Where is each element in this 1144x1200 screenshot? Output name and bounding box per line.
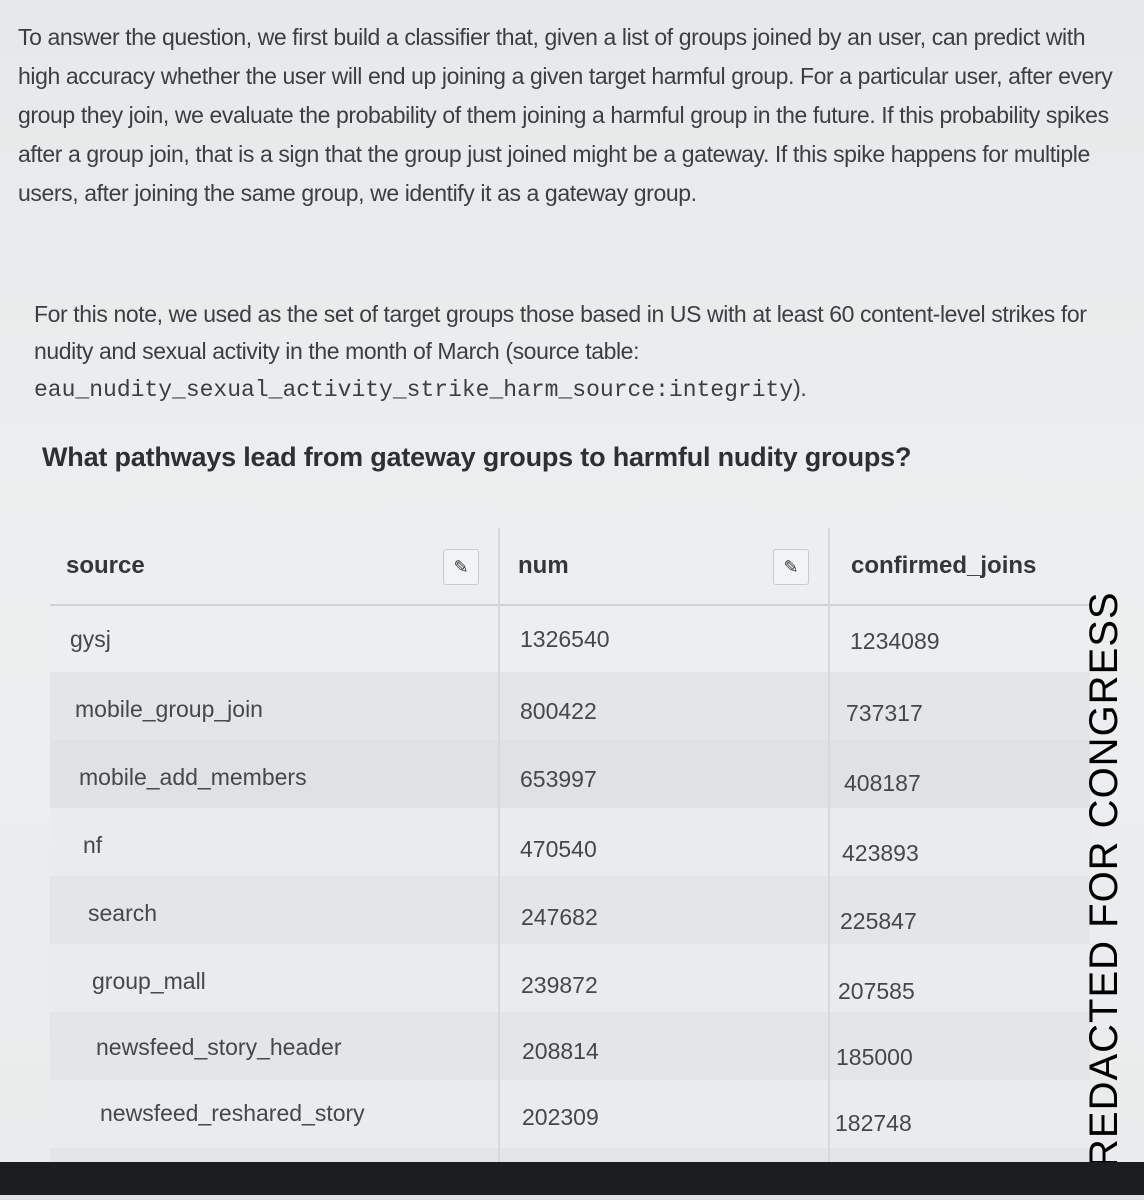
column-divider <box>828 528 830 1195</box>
column-header-confirmed-joins: confirmed_joins <box>851 552 1037 579</box>
cell-source: gysj <box>70 626 111 652</box>
cell-source: mobile_add_members <box>79 764 307 790</box>
cell-num: 247682 <box>521 904 598 930</box>
cell-num: 1326540 <box>520 626 610 652</box>
cell-num: 208814 <box>522 1038 599 1064</box>
cell-confirmed-joins: 207585 <box>838 978 915 1004</box>
cell-confirmed-joins: 423893 <box>842 840 919 866</box>
cell-source: search <box>88 900 158 926</box>
pencil-icon: ✎ <box>453 556 469 577</box>
screen-bezel <box>0 1162 1144 1195</box>
paragraph-2-text: For this note, we used as the set of tar… <box>34 301 1087 364</box>
cell-confirmed-joins: 1234089 <box>850 628 940 654</box>
cell-confirmed-joins: 225847 <box>840 908 917 934</box>
intro-paragraph-1: To answer the question, we first build a… <box>18 24 1113 206</box>
table-row: mobile_group_join 800422 737317 <box>50 672 1090 740</box>
table-header: source ✎ num ✎ confirmed_joins <box>50 528 1090 606</box>
edit-source-button[interactable]: ✎ <box>443 549 479 585</box>
section-heading: What pathways lead from gateway groups t… <box>42 442 912 472</box>
document-page: To answer the question, we first build a… <box>0 0 1144 1199</box>
cell-num: 653997 <box>520 766 597 792</box>
redaction-watermark: REDACTED FOR CONGRESS <box>1082 591 1126 1168</box>
cell-source: mobile_group_join <box>75 696 263 722</box>
table-row: nf 470540 423893 <box>50 808 1090 876</box>
cell-confirmed-joins: 408187 <box>844 770 921 796</box>
paragraph-2-end: ). <box>793 375 807 401</box>
column-header-source: source <box>66 552 145 579</box>
intro-paragraph-2: For this note, we used as the set of tar… <box>34 296 1114 409</box>
table-row: newsfeed_reshared_story 202309 182748 <box>50 1080 1090 1148</box>
cell-num: 800422 <box>520 698 597 724</box>
table-row: gysj 1326540 1234089 <box>50 604 1090 672</box>
column-divider <box>498 528 500 1195</box>
cell-num: 202309 <box>522 1104 599 1130</box>
table-row: group_mall 239872 207585 <box>50 944 1090 1012</box>
cell-confirmed-joins: 182748 <box>835 1110 912 1136</box>
table-row: search 247682 225847 <box>50 876 1090 944</box>
source-table-code: eau_nudity_sexual_activity_strike_harm_s… <box>34 377 794 403</box>
column-header-num: num <box>518 552 569 579</box>
cell-num: 470540 <box>520 836 597 862</box>
pencil-icon: ✎ <box>783 556 799 577</box>
cell-num: 239872 <box>521 972 598 998</box>
cell-source: group_mall <box>92 968 206 994</box>
cell-source: newsfeed_reshared_story <box>100 1100 365 1126</box>
table-row: mobile_add_members 653997 408187 <box>50 740 1090 808</box>
cell-source: newsfeed_story_header <box>96 1034 342 1060</box>
cell-confirmed-joins: 737317 <box>846 700 923 726</box>
cell-source: nf <box>83 832 103 858</box>
table-row: newsfeed_story_header 208814 185000 <box>50 1012 1090 1080</box>
edit-num-button[interactable]: ✎ <box>773 549 809 585</box>
results-table: gysj 1326540 1234089 mobile_group_join 8… <box>50 528 1090 1199</box>
cell-confirmed-joins: 185000 <box>836 1044 913 1070</box>
